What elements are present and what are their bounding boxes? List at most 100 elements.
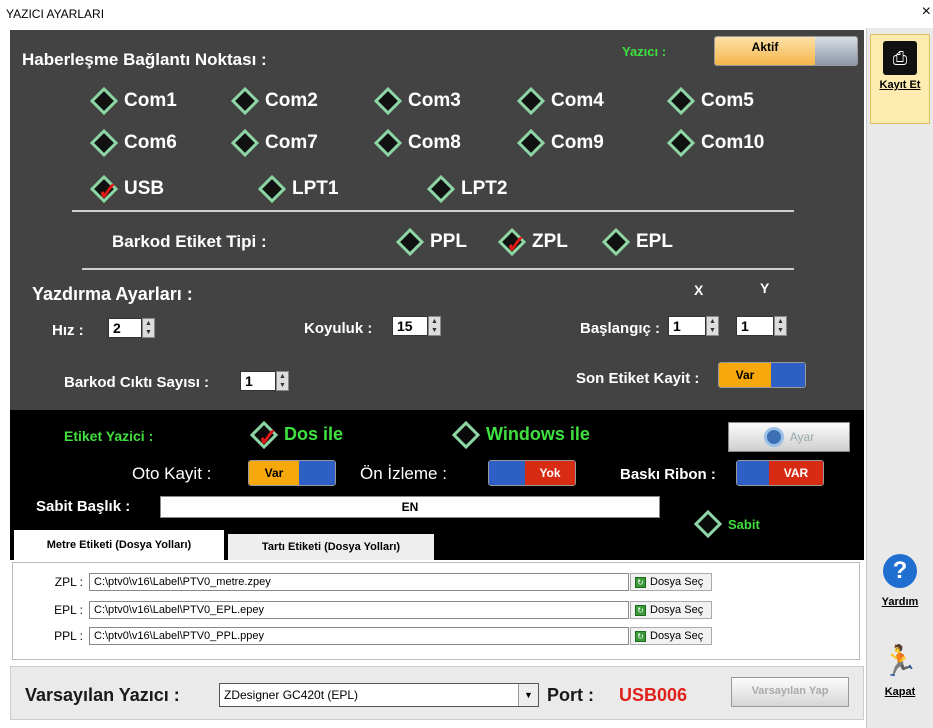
gear-icon xyxy=(763,427,784,447)
spin-arrows-icon[interactable]: ▲ ▼ xyxy=(774,316,787,336)
diamond-icon xyxy=(693,509,723,539)
file-row-zpl: ZPL : C:\ptv0\v16\Label\PTV0_metre.zpey … xyxy=(41,573,712,591)
spin-arrows-icon[interactable]: ▲ ▼ xyxy=(706,316,719,336)
last-label-label: Son Etiket Kayit : xyxy=(576,370,700,387)
start-y-stepper[interactable]: 1 ▲ ▼ xyxy=(736,316,787,336)
running-man-icon: 🏃 xyxy=(881,645,919,678)
ppl-path-field[interactable]: C:\ptv0\v16\Label\PTV0_PPL.ppey xyxy=(89,627,629,645)
start-x-stepper[interactable]: 1 ▲ ▼ xyxy=(668,316,719,336)
mode-windows[interactable]: Windows ile xyxy=(451,420,590,449)
default-printer-bar: Varsayılan Yazıcı : ZDesigner GC420t (EP… xyxy=(10,666,864,720)
port-usb[interactable]: ✓ USB xyxy=(89,174,164,206)
mode-dos[interactable]: ✓ Dos ile xyxy=(249,420,343,451)
preview-label: Ön İzleme : xyxy=(360,464,447,483)
spin-arrows-icon[interactable]: ▲ ▼ xyxy=(142,318,155,338)
count-label: Barkod Cıktı Sayısı : xyxy=(64,374,210,391)
type-ppl[interactable]: PPL xyxy=(395,227,467,257)
zpl-file-button[interactable]: ↻ Dosya Seç xyxy=(630,573,712,591)
port-com5[interactable]: Com5 xyxy=(666,86,754,116)
comm-panel: Haberleşme Bağlantı Noktası : Yazıcı : A… xyxy=(10,30,864,410)
diamond-icon xyxy=(516,128,546,158)
sidebar: ⎙ Kayıt Et ? Yardım 🏃 Kapat xyxy=(866,28,933,728)
window-title: YAZICI AYARLARI xyxy=(6,7,105,21)
port-com10[interactable]: Com10 xyxy=(666,128,764,158)
preview-toggle-label: Yok xyxy=(525,461,575,485)
last-label-toggle[interactable]: Var xyxy=(718,362,806,388)
port-com3[interactable]: Com3 xyxy=(373,86,461,116)
port-com8[interactable]: Com8 xyxy=(373,128,461,158)
diamond-icon xyxy=(89,128,119,158)
chevron-down-icon[interactable]: ▼ xyxy=(518,684,538,706)
auto-save-toggle[interactable]: Var xyxy=(248,460,336,486)
refresh-icon: ↻ xyxy=(635,604,646,616)
ribbon-label: Baskı Ribon : xyxy=(620,466,716,483)
ribbon-toggle[interactable]: VAR xyxy=(736,460,824,486)
last-label-toggle-label: Var xyxy=(719,363,771,387)
x-label: X xyxy=(694,282,704,298)
tab-metre[interactable]: Metre Etiketi (Dosya Yolları) xyxy=(14,530,224,560)
port-com2[interactable]: Com2 xyxy=(230,86,318,116)
diamond-checked-icon: ✓ xyxy=(249,420,279,451)
printer-select[interactable]: ZDesigner GC420t (EPL) ▼ xyxy=(219,683,539,707)
printer-label: Yazıcı : xyxy=(622,44,667,59)
title-bar: YAZICI AYARLARI × xyxy=(0,0,933,28)
fixed-checkbox[interactable]: Sabit xyxy=(693,509,760,539)
refresh-icon: ↻ xyxy=(635,630,646,642)
preview-toggle[interactable]: Yok xyxy=(488,460,576,486)
ppl-file-button[interactable]: ↻ Dosya Seç xyxy=(630,627,712,645)
comm-heading: Haberleşme Bağlantı Noktası : xyxy=(22,50,267,69)
diamond-icon xyxy=(89,86,119,116)
port-com4[interactable]: Com4 xyxy=(516,86,604,116)
auto-save-toggle-label: Var xyxy=(249,461,299,485)
diamond-icon xyxy=(666,86,696,116)
port-com7[interactable]: Com7 xyxy=(230,128,318,158)
speed-label: Hız : xyxy=(52,322,84,339)
help-button[interactable]: ? Yardım xyxy=(870,554,930,608)
printer-toggle-label: Aktif xyxy=(715,37,815,65)
epl-path-field[interactable]: C:\ptv0\v16\Label\PTV0_EPL.epey xyxy=(89,601,629,619)
set-default-button[interactable]: Varsayılan Yap xyxy=(731,677,849,707)
print-settings-heading: Yazdırma Ayarları : xyxy=(32,284,193,304)
epl-file-button[interactable]: ↻ Dosya Seç xyxy=(630,601,712,619)
diamond-icon xyxy=(451,420,481,449)
spin-arrows-icon[interactable]: ▲ ▼ xyxy=(276,371,289,391)
port-com9[interactable]: Com9 xyxy=(516,128,604,158)
speed-stepper[interactable]: 2 ▲ ▼ xyxy=(108,318,155,338)
ayar-button[interactable]: Ayar xyxy=(728,422,850,452)
port-lpt1[interactable]: LPT1 xyxy=(257,174,338,204)
y-label: Y xyxy=(760,280,770,296)
darkness-label: Koyuluk : xyxy=(304,320,373,337)
diamond-icon xyxy=(601,227,631,257)
diamond-checked-icon: ✓ xyxy=(89,174,119,206)
diamond-icon xyxy=(666,128,696,158)
tab-tarti[interactable]: Tartı Etiketi (Dosya Yolları) xyxy=(228,534,434,560)
type-zpl[interactable]: ✓ ZPL xyxy=(497,227,568,259)
label-printer-label: Etiket Yazici : xyxy=(64,428,154,444)
printer-toggle[interactable]: Aktif xyxy=(714,36,858,66)
start-label: Başlangıç : xyxy=(580,320,661,337)
diamond-checked-icon: ✓ xyxy=(497,227,527,259)
port-com1[interactable]: Com1 xyxy=(89,86,177,116)
ribbon-toggle-label: VAR xyxy=(769,461,823,485)
close-button[interactable]: 🏃 Kapat xyxy=(870,642,930,698)
type-epl[interactable]: EPL xyxy=(601,227,673,257)
spin-arrows-icon[interactable]: ▲ ▼ xyxy=(428,316,441,336)
port-lpt2[interactable]: LPT2 xyxy=(426,174,507,204)
diamond-icon xyxy=(373,86,403,116)
port-com6[interactable]: Com6 xyxy=(89,128,177,158)
port-value: USB006 xyxy=(619,685,688,705)
close-icon[interactable]: × xyxy=(922,3,931,21)
diamond-icon xyxy=(230,128,260,158)
barcode-type-label: Barkod Etiket Tipi : xyxy=(112,232,267,251)
divider xyxy=(72,210,794,212)
zpl-path-field[interactable]: C:\ptv0\v16\Label\PTV0_metre.zpey xyxy=(89,573,629,591)
diamond-icon xyxy=(257,174,287,204)
auto-save-label: Oto Kayit : xyxy=(132,464,212,483)
fixed-title-label: Sabit Başlık : xyxy=(36,498,131,515)
printer-mode-panel: Etiket Yazici : ✓ Dos ile Windows ile Aya… xyxy=(10,410,864,560)
fixed-title-input[interactable]: EN xyxy=(160,496,660,518)
count-stepper[interactable]: 1 ▲ ▼ xyxy=(240,371,289,391)
diamond-icon xyxy=(426,174,456,204)
save-button[interactable]: ⎙ Kayıt Et xyxy=(870,34,930,124)
darkness-stepper[interactable]: 15 ▲ ▼ xyxy=(392,316,441,336)
